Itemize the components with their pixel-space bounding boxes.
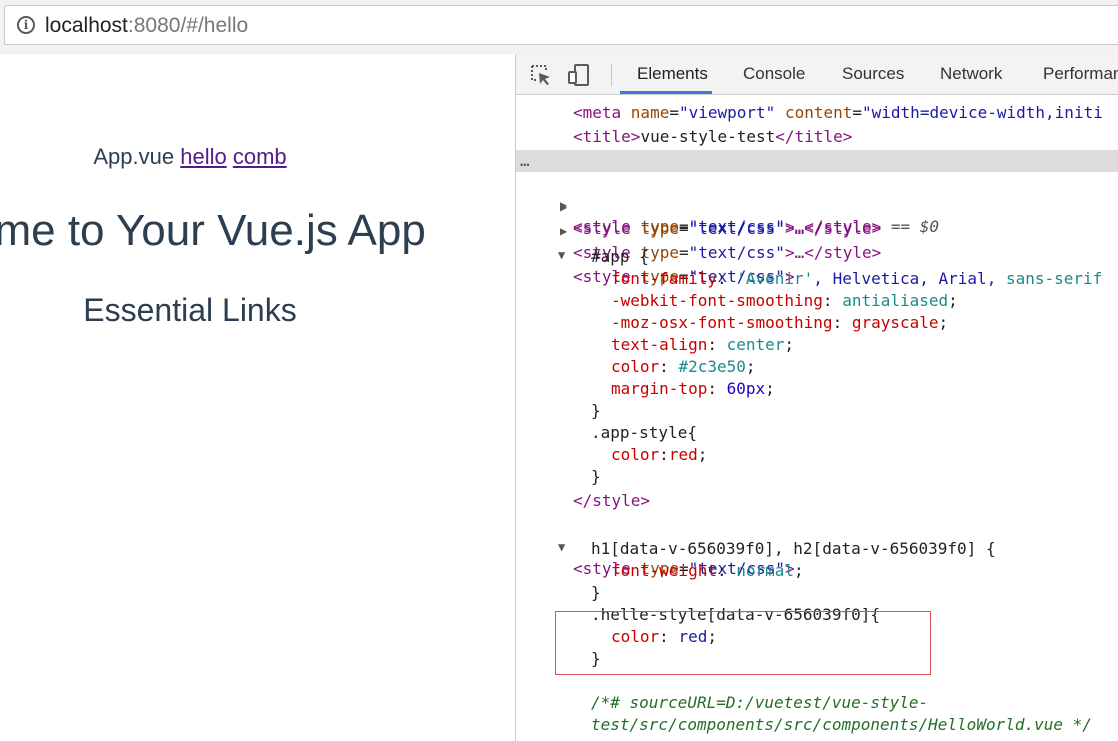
text-node: vue-style-test <box>640 127 776 146</box>
tab-console[interactable]: Console <box>743 54 805 94</box>
browser-toolbar: i localhost:8080/#/hello <box>0 0 1118 54</box>
attr-name: content <box>784 103 853 122</box>
info-icon[interactable]: i <box>17 16 35 34</box>
url-path: :8080/#/hello <box>127 14 249 37</box>
css-declaration: font-weight: normal; <box>611 561 804 580</box>
devtools-panel: Elements Console Sources Network Perform… <box>516 54 1118 741</box>
dom-node-style[interactable]: ▶ <style type="text/css">…</style> <box>516 198 1118 262</box>
active-tab-indicator <box>620 91 712 94</box>
dom-node-style-selected[interactable]: … ▶ <style type="text/css">…</style> == … <box>516 150 1118 236</box>
css-rule-selector: #app { <box>591 247 649 266</box>
inspect-element-icon[interactable] <box>529 63 553 87</box>
nav-label: App.vue <box>93 144 175 169</box>
tab-elements[interactable]: Elements <box>637 54 708 94</box>
highlight-annotation-box <box>555 611 931 675</box>
tab-network[interactable]: Network <box>940 54 1002 94</box>
tag-text: </title> <box>775 127 853 146</box>
url-text[interactable]: localhost:8080/#/hello <box>45 14 248 38</box>
elements-tree: <meta name="viewport" content="width=dev… <box>516 95 1118 741</box>
page-heading: ome to Your Vue.js App <box>0 206 426 255</box>
tab-sources[interactable]: Sources <box>842 54 904 94</box>
more-options-icon[interactable]: … <box>520 150 530 172</box>
dom-node-style[interactable]: ▶ <style type="text/css">…</style> <box>516 174 1118 238</box>
toolbar-separator <box>611 64 612 86</box>
address-bar[interactable]: i localhost:8080/#/hello <box>4 5 1118 45</box>
css-declaration: font-family: 'Avenir', Helvetica, Arial,… <box>611 269 1103 288</box>
css-declaration: -webkit-font-smoothing: antialiased; <box>611 291 958 310</box>
nav-link-comb[interactable]: comb <box>233 144 287 169</box>
device-toolbar-icon[interactable] <box>567 63 591 87</box>
dom-node-style-expanded[interactable]: ▼ <style type="text/css"> <box>516 514 1118 578</box>
attr-value: "width=device-width,initi <box>862 103 1103 122</box>
attr-value: "viewport" <box>678 103 776 122</box>
tag-text: <title> <box>573 127 641 146</box>
css-declaration: text-align: center; <box>611 335 795 354</box>
css-rule-selector: .app-style{ <box>591 423 697 442</box>
css-declaration: -moz-osx-font-smoothing: grayscale; <box>611 313 949 332</box>
css-rule-close: } <box>591 401 601 420</box>
page-subheading: Essential Links <box>83 292 297 328</box>
dom-node-style-close[interactable]: </style> <box>516 490 1118 512</box>
dom-node-title[interactable]: <title>vue-style-test</title> <box>516 126 1118 148</box>
css-comment: /*# sourceURL=D:/vuetest/vue-style- <box>591 693 929 712</box>
css-rule-close: } <box>591 467 601 486</box>
dom-node-meta[interactable]: <meta name="viewport" content="width=dev… <box>516 102 1118 124</box>
page-viewport: App.vue hello comb ome to Your Vue.js Ap… <box>0 54 515 741</box>
tag-text: <meta <box>573 103 631 122</box>
css-rule-close: } <box>591 583 601 602</box>
url-host: localhost <box>45 14 128 37</box>
css-declaration: color: #2c3e50; <box>611 357 756 376</box>
dom-node-style-expanded[interactable]: ▼ <style type="text/css"> <box>516 222 1118 286</box>
tab-performance[interactable]: Performan <box>1043 54 1118 94</box>
devtools-toolbar: Elements Console Sources Network Perform… <box>516 54 1118 95</box>
css-declaration: color:red; <box>611 445 708 464</box>
router-nav: App.vue hello comb <box>0 144 380 170</box>
css-rule-selector: h1[data-v-656039f0], h2[data-v-656039f0]… <box>591 539 996 558</box>
css-declaration: margin-top: 60px; <box>611 379 775 398</box>
attr-name: name <box>630 103 670 122</box>
nav-link-hello[interactable]: hello <box>180 144 226 169</box>
css-comment: test/src/components/src/components/Hello… <box>591 715 1092 734</box>
